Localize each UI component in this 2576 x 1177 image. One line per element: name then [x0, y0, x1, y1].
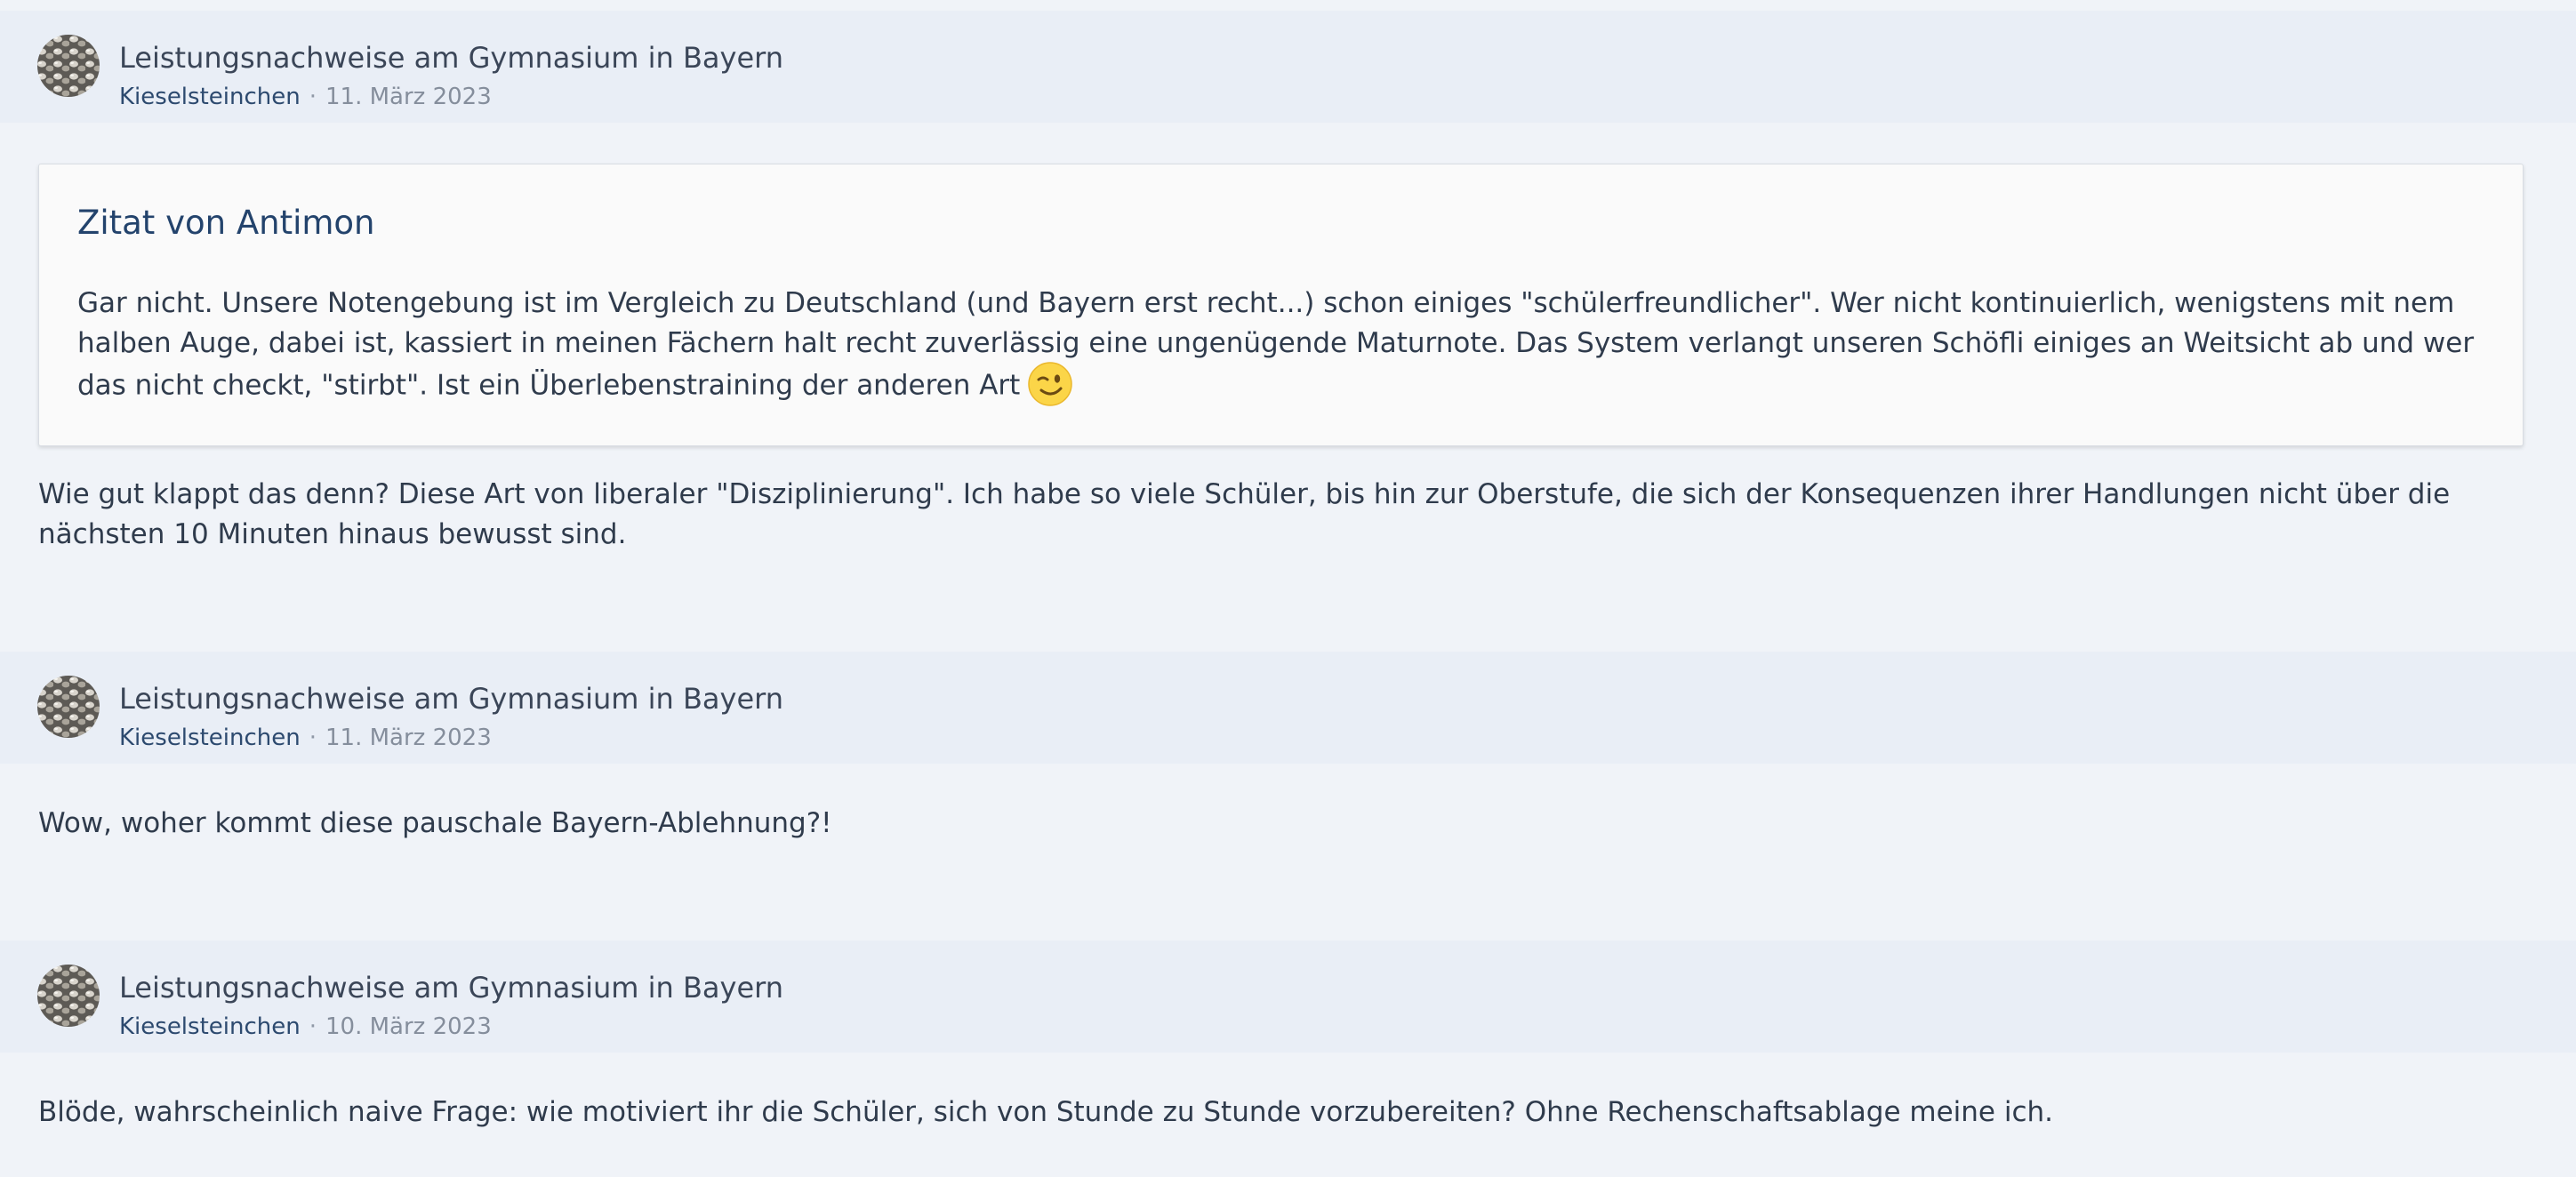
post-title-link[interactable]: Leistungsnachweise am Gymnasium in Bayer… [119, 41, 783, 75]
post-date: 11. März 2023 [325, 84, 492, 110]
post-meta: Kieselsteinchen · 11. März 2023 [119, 84, 492, 110]
post-body: Wow, woher kommt diese pauschale Bayern-… [38, 807, 832, 839]
post-title-link[interactable]: Leistungsnachweise am Gymnasium in Bayer… [119, 971, 783, 1005]
avatar[interactable] [37, 965, 100, 1027]
post-date: 10. März 2023 [325, 1013, 492, 1040]
quote-text: Gar nicht. Unsere Notengebung ist im Ver… [77, 284, 2487, 410]
author-link[interactable]: Kieselsteinchen [119, 84, 301, 110]
post-body: Blöde, wahrscheinlich naive Frage: wie m… [38, 1096, 2054, 1128]
meta-separator: · [309, 725, 317, 751]
quote-box: Zitat von Antimon Gar nicht. Unsere Note… [38, 164, 2524, 446]
quote-title[interactable]: Zitat von Antimon [77, 204, 375, 242]
quote-text-content: Gar nicht. Unsere Notengebung ist im Ver… [77, 287, 2475, 402]
post-header: Leistungsnachweise am Gymnasium in Bayer… [0, 11, 2576, 123]
avatar[interactable] [37, 676, 100, 738]
post-meta: Kieselsteinchen · 11. März 2023 [119, 725, 492, 751]
post-header: Leistungsnachweise am Gymnasium in Bayer… [0, 652, 2576, 764]
post-header: Leistungsnachweise am Gymnasium in Bayer… [0, 941, 2576, 1053]
avatar[interactable] [37, 35, 100, 97]
meta-separator: · [309, 84, 317, 110]
post-body: Wie gut klappt das denn? Diese Art von l… [38, 478, 2451, 550]
author-link[interactable]: Kieselsteinchen [119, 725, 301, 751]
winking-face-icon [1027, 361, 1073, 407]
meta-separator: · [309, 1013, 317, 1040]
post-title-link[interactable]: Leistungsnachweise am Gymnasium in Bayer… [119, 682, 783, 716]
post-meta: Kieselsteinchen · 10. März 2023 [119, 1013, 492, 1040]
post-date: 11. März 2023 [325, 725, 492, 751]
author-link[interactable]: Kieselsteinchen [119, 1013, 301, 1040]
